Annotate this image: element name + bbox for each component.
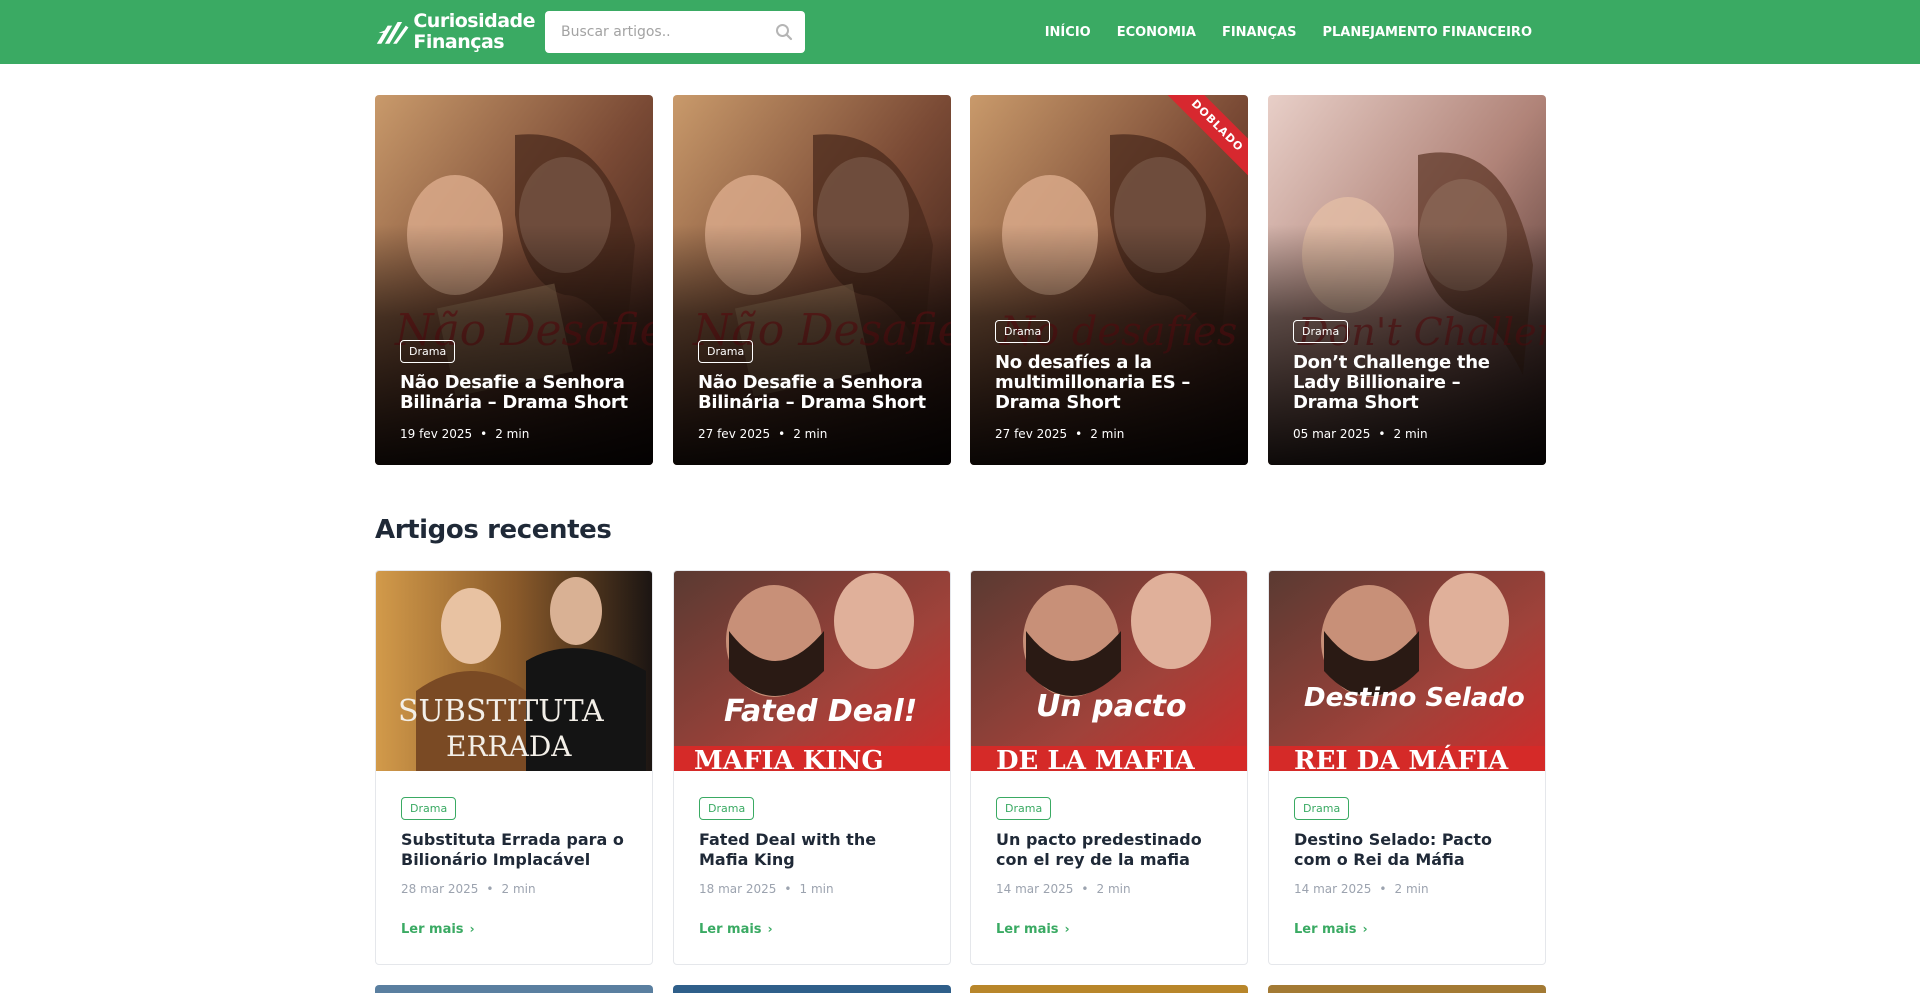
featured-card-title[interactable]: Não Desafie a Senhora Bilinária – Drama … bbox=[698, 373, 933, 413]
article-card[interactable]: Destino Selado REI DA MÁFIA Drama Destin… bbox=[1268, 570, 1546, 965]
featured-card[interactable]: Don't Challenge Drama Don’t Challenge th… bbox=[1268, 95, 1546, 465]
read-time: 2 min bbox=[495, 427, 530, 441]
article-meta: 14 mar 2025 • 2 min bbox=[1294, 882, 1429, 896]
read-time: 2 min bbox=[793, 427, 828, 441]
publish-date: 14 mar 2025 bbox=[996, 882, 1074, 896]
publish-date: 27 fev 2025 bbox=[698, 427, 771, 441]
featured-card[interactable]: Não Desafie Drama Não Desafie a Senhora … bbox=[375, 95, 653, 465]
category-tag[interactable]: Drama bbox=[400, 340, 456, 363]
article-card-body: Drama Destino Selado: Pacto com o Rei da… bbox=[1294, 797, 1525, 937]
article-title[interactable]: Destino Selado: Pacto com o Rei da Máfia bbox=[1294, 830, 1525, 870]
category-tag[interactable]: Drama bbox=[1293, 320, 1349, 343]
publish-date: 18 mar 2025 bbox=[699, 882, 777, 896]
svg-text:REI DA MÁFIA: REI DA MÁFIA bbox=[1294, 744, 1509, 771]
section-title-recent: Artigos recentes bbox=[375, 515, 612, 545]
featured-card-meta: 05 mar 2025 • 2 min bbox=[1293, 427, 1428, 441]
featured-articles: Não Desafie Drama Não Desafie a Senhora … bbox=[375, 95, 1546, 465]
nav-item-economia[interactable]: ECONOMIA bbox=[1117, 25, 1196, 40]
svg-text:Un pacto: Un pacto bbox=[1036, 689, 1187, 724]
read-time: 2 min bbox=[1090, 427, 1125, 441]
article-card[interactable]: Fated Deal! MAFIA KING Drama Fated Deal … bbox=[673, 570, 951, 965]
article-meta: 28 mar 2025 • 2 min bbox=[401, 882, 536, 896]
category-tag[interactable]: Drama bbox=[698, 340, 754, 363]
category-tag[interactable]: Drama bbox=[995, 320, 1051, 343]
read-time: 2 min bbox=[1096, 882, 1131, 896]
article-title[interactable]: Substituta Errada para o Bilionário Impl… bbox=[401, 830, 632, 870]
article-meta: 14 mar 2025 • 2 min bbox=[996, 882, 1131, 896]
read-more-link[interactable]: Ler mais › bbox=[1294, 922, 1368, 937]
publish-date: 27 fev 2025 bbox=[995, 427, 1068, 441]
search-input[interactable] bbox=[545, 11, 755, 53]
article-card-partial[interactable] bbox=[970, 985, 1248, 993]
svg-text:MAFIA KING: MAFIA KING bbox=[694, 746, 884, 771]
read-time: 1 min bbox=[799, 882, 834, 896]
category-tag[interactable]: Drama bbox=[699, 797, 755, 820]
nav-item-planejamento-financeiro[interactable]: PLANEJAMENTO FINANCEIRO bbox=[1322, 25, 1532, 40]
category-tag[interactable]: Drama bbox=[1294, 797, 1350, 820]
read-more-link[interactable]: Ler mais › bbox=[996, 922, 1070, 937]
search-icon[interactable] bbox=[775, 23, 793, 41]
svg-text:DE LA MAFIA: DE LA MAFIA bbox=[996, 746, 1195, 771]
logo-line-2: Finanças bbox=[413, 31, 505, 53]
featured-card-title[interactable]: Não Desafie a Senhora Bilinária – Drama … bbox=[400, 373, 635, 413]
article-card-body: Drama Substituta Errada para o Bilionári… bbox=[401, 797, 632, 937]
featured-card-meta: 27 fev 2025 • 2 min bbox=[698, 427, 828, 441]
article-card-partial[interactable] bbox=[673, 985, 951, 993]
publish-date: 14 mar 2025 bbox=[1294, 882, 1372, 896]
article-card-image[interactable]: Destino Selado REI DA MÁFIA bbox=[1269, 571, 1546, 771]
featured-card-meta: 27 fev 2025 • 2 min bbox=[995, 427, 1125, 441]
featured-card[interactable]: Não Desafie Drama Não Desafie a Senhora … bbox=[673, 95, 951, 465]
article-card[interactable]: Un pacto DE LA MAFIA Drama Un pacto pred… bbox=[970, 570, 1248, 965]
featured-card-content: Drama Não Desafie a Senhora Bilinária – … bbox=[698, 340, 933, 441]
recent-articles: SUBSTITUTA ERRADA Drama Substituta Errad… bbox=[375, 570, 1546, 965]
article-title[interactable]: Fated Deal with the Mafia King bbox=[699, 830, 930, 870]
article-meta: 18 mar 2025 • 1 min bbox=[699, 882, 834, 896]
publish-date: 19 fev 2025 bbox=[400, 427, 473, 441]
search-box bbox=[545, 11, 805, 53]
chevron-right-icon: › bbox=[469, 922, 475, 936]
publish-date: 28 mar 2025 bbox=[401, 882, 479, 896]
svg-text:SUBSTITUTA: SUBSTITUTA bbox=[398, 694, 604, 729]
article-card-partial[interactable] bbox=[1268, 985, 1546, 993]
article-card[interactable]: SUBSTITUTA ERRADA Drama Substituta Errad… bbox=[375, 570, 653, 965]
read-time: 2 min bbox=[501, 882, 536, 896]
site-logo[interactable]: Curiosidade Finanças bbox=[375, 10, 535, 54]
featured-card-title[interactable]: Don’t Challenge the Lady Billionaire – D… bbox=[1293, 353, 1528, 413]
publish-date: 05 mar 2025 bbox=[1293, 427, 1371, 441]
logo-line-1: Curiosidade bbox=[413, 10, 535, 32]
article-card-partial[interactable] bbox=[375, 985, 653, 993]
main-nav: INÍCIO ECONOMIA FINANÇAS PLANEJAMENTO FI… bbox=[1019, 0, 1532, 64]
chevron-right-icon: › bbox=[767, 922, 773, 936]
site-header: Curiosidade Finanças INÍCIO ECONOMIA FIN… bbox=[0, 0, 1920, 64]
featured-card-title[interactable]: No desafíes a la multimillonaria ES – Dr… bbox=[995, 353, 1230, 413]
featured-card-meta: 19 fev 2025 • 2 min bbox=[400, 427, 530, 441]
nav-item-financas[interactable]: FINANÇAS bbox=[1222, 25, 1297, 40]
category-tag[interactable]: Drama bbox=[996, 797, 1052, 820]
article-card-image[interactable]: SUBSTITUTA ERRADA bbox=[376, 571, 653, 771]
read-time: 2 min bbox=[1394, 882, 1429, 896]
svg-text:ERRADA: ERRADA bbox=[446, 730, 572, 763]
article-card-body: Drama Un pacto predestinado con el rey d… bbox=[996, 797, 1227, 937]
nav-item-inicio[interactable]: INÍCIO bbox=[1045, 25, 1091, 40]
featured-card-content: Drama Don’t Challenge the Lady Billionai… bbox=[1293, 320, 1528, 441]
article-card-image[interactable]: Fated Deal! MAFIA KING bbox=[674, 571, 951, 771]
chevron-right-icon: › bbox=[1362, 922, 1368, 936]
logo-wordmark: Curiosidade Finanças bbox=[413, 11, 535, 53]
svg-text:Fated Deal!: Fated Deal! bbox=[724, 694, 917, 729]
article-card-image[interactable]: Un pacto DE LA MAFIA bbox=[971, 571, 1248, 771]
next-row-cards bbox=[375, 985, 1546, 993]
article-title[interactable]: Un pacto predestinado con el rey de la m… bbox=[996, 830, 1227, 870]
read-more-link[interactable]: Ler mais › bbox=[401, 922, 475, 937]
featured-card-content: Drama Não Desafie a Senhora Bilinária – … bbox=[400, 340, 635, 441]
article-card-body: Drama Fated Deal with the Mafia King 18 … bbox=[699, 797, 930, 937]
svg-text:Destino Selado: Destino Selado bbox=[1304, 683, 1525, 713]
category-tag[interactable]: Drama bbox=[401, 797, 457, 820]
chevron-right-icon: › bbox=[1064, 922, 1070, 936]
read-more-link[interactable]: Ler mais › bbox=[699, 922, 773, 937]
logo-icon bbox=[376, 22, 409, 44]
read-time: 2 min bbox=[1393, 427, 1428, 441]
featured-card-content: Drama No desafíes a la multimillonaria E… bbox=[995, 320, 1230, 441]
featured-card[interactable]: No desafíes DOBLADO Drama No desafíes a … bbox=[970, 95, 1248, 465]
